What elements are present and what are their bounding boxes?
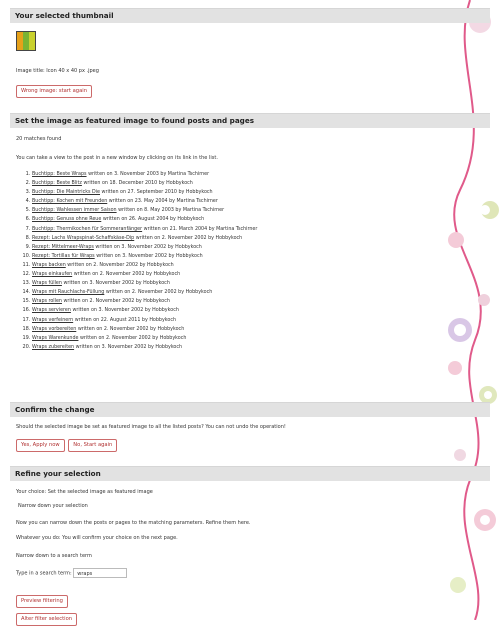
post-meta: written on 2. November 2002 by Hobbykoch <box>135 235 243 241</box>
search-input[interactable]: wraps <box>73 568 128 578</box>
post-link[interactable]: Buchtipp: Genuss ohne Reue <box>32 217 101 222</box>
wrong-image-button[interactable]: Wrong image: start again <box>16 85 92 98</box>
list-item: Wraps backen written on 2. November 2002… <box>32 261 257 270</box>
post-list: Buchtipp: Beste Wraps written on 3. Nove… <box>10 170 257 352</box>
list-item: Buchtipp: Beste Wraps written on 3. Nove… <box>32 170 257 179</box>
main-panel: Your selected thumbnail Image title: Ico… <box>10 8 490 626</box>
post-link[interactable]: Buchtipp: Beste Wraps <box>32 172 87 177</box>
matches-count: 20 matches found <box>16 136 62 142</box>
confirm-question: Should the selected image be set as feat… <box>16 424 286 430</box>
section-header-confirm: Confirm the change <box>10 402 490 417</box>
narrow-hint: Now you can narrow down the posts or pag… <box>16 520 251 526</box>
post-meta: written on 3. November 2003 by Martina T… <box>88 172 210 177</box>
list-item: Buchtipp: Kochen mit Freunden written on… <box>32 197 257 206</box>
confirm-hint: Whatever you do: You will confirm your c… <box>16 535 178 541</box>
post-link[interactable]: Buchtipp: Die Maintricks Die <box>32 190 100 195</box>
list-item: Wraps mit Rauchlachs-Füllung written on … <box>32 288 257 297</box>
thumbnail-image <box>16 31 36 51</box>
list-item: Rezept: Mittelmeer-Wraps written on 3. N… <box>32 243 257 252</box>
list-item: Buchtipp: Genuss ohne Reue written on 26… <box>32 215 257 224</box>
post-link[interactable]: Wraps einkaufen <box>32 272 72 277</box>
post-link[interactable]: Rezept: Tortillas für Wraps <box>32 254 95 259</box>
post-link[interactable]: Wraps mit Rauchlachs-Füllung <box>32 290 104 295</box>
preview-filtering-button[interactable]: Preview filtering <box>16 595 68 608</box>
post-meta: written on 2. November 2002 by Hobbykoch <box>73 272 181 278</box>
list-item: Rezept: Tortillas für Wraps written on 3… <box>32 252 257 261</box>
confirm-section: Should the selected image be set as feat… <box>10 417 490 466</box>
section-header-thumbnail: Your selected thumbnail <box>10 8 490 23</box>
post-link[interactable]: Rezept: Lachs Wrapspinat-Schaffskäse-Dip <box>32 236 134 241</box>
post-meta: written on 2. November 2002 by Hobbykoch <box>79 335 187 341</box>
post-link[interactable]: Buchtipp: Wahlessen immer Saison <box>32 208 117 213</box>
list-item: Rezept: Lachs Wrapspinat-Schaffskäse-Dip… <box>32 234 257 243</box>
choice-text: Your choice: Set the selected image as f… <box>16 489 153 495</box>
post-link[interactable]: Wraps rollen <box>32 299 62 304</box>
post-meta: written on 3. November 2002 by Hobbykoch <box>96 253 203 259</box>
section-header-refine: Refine your selection <box>10 466 490 481</box>
post-link[interactable]: Wraps vorbereiten <box>32 327 76 332</box>
post-meta: written on 2. November 2002 by Hobbykoch <box>63 299 170 305</box>
list-item: Buchtipp: Die Maintricks Die written on … <box>32 188 257 197</box>
refine-section: Your choice: Set the selected image as f… <box>10 481 490 641</box>
list-item: Wraps rollen written on 2. November 2002… <box>32 297 257 306</box>
post-meta: written on 27. September 2010 by Hobbyko… <box>101 190 213 196</box>
post-meta: written on 8. May 2003 by Martina Tschir… <box>118 208 225 214</box>
post-link[interactable]: Buchtipp: Thermikochen für Sommeranfänge… <box>32 227 142 232</box>
post-meta: written on 18. December 2010 by Hobbykoc… <box>83 181 193 187</box>
narrow-heading: Narrow down your selection <box>18 503 88 509</box>
yes-apply-button[interactable]: Yes, Apply now <box>16 439 65 452</box>
list-item: Wraps füllen written on 3. November 2002… <box>32 279 257 288</box>
post-meta: written on 2. November 2002 by Hobbykoch <box>105 290 213 296</box>
list-item: Wraps einkaufen written on 2. November 2… <box>32 270 257 279</box>
list-item: Wraps verfeinern written on 22. August 2… <box>32 316 257 325</box>
image-title: Image title: Icon 40 x 40 px .jpeg <box>16 68 99 74</box>
post-link[interactable]: Rezept: Mittelmeer-Wraps <box>32 245 94 250</box>
post-meta: written on 23. May 2004 by Martina Tschi… <box>108 199 218 205</box>
post-meta: written on 21. March 2004 by Martina Tsc… <box>143 226 258 232</box>
search-label: Type in a search term: <box>16 570 72 577</box>
featured-section: 20 matches found You can take a view to … <box>10 128 490 402</box>
list-hint: You can take a view to the post in a new… <box>16 155 218 161</box>
list-item: Buchtipp: Wahlessen immer Saison written… <box>32 206 257 215</box>
post-meta: written on 22. August 2011 by Hobbykoch <box>74 317 177 323</box>
post-link[interactable]: Wraps servieren <box>32 308 71 313</box>
post-meta: written on 2. November 2002 by Hobbykoch <box>77 326 185 332</box>
post-link[interactable]: Wraps verfeinern <box>32 318 73 323</box>
list-item: Wraps servieren written on 3. November 2… <box>32 306 257 315</box>
post-meta: written on 3. November 2002 by Hobbykoch <box>72 308 179 314</box>
post-link[interactable]: Buchtipp: Kochen mit Freunden <box>32 199 107 204</box>
thumbnail-section: Image title: Icon 40 x 40 px .jpeg Wrong… <box>10 31 490 113</box>
post-link[interactable]: Buchtipp: Beste Blitz <box>32 181 82 186</box>
post-link[interactable]: Wraps Warenkunde <box>32 336 78 341</box>
search-heading: Narrow down to a search term <box>16 553 92 559</box>
post-link[interactable]: Wraps zubereiten <box>32 345 74 350</box>
list-item: Buchtipp: Beste Blitz written on 18. Dec… <box>32 179 257 188</box>
post-link[interactable]: Wraps füllen <box>32 281 62 286</box>
post-meta: written on 3. November 2002 by Hobbykoch <box>95 244 202 250</box>
list-item: Buchtipp: Thermikochen für Sommeranfänge… <box>32 225 257 234</box>
section-header-featured: Set the image as featured image to found… <box>10 113 490 128</box>
list-item: Wraps vorbereiten written on 2. November… <box>32 325 257 334</box>
post-meta: written on 3. November 2002 by Hobbykoch <box>75 344 183 350</box>
list-item: Wraps zubereiten written on 3. November … <box>32 343 257 352</box>
post-meta: written on 26. August 2004 by Hobbykoch <box>102 217 205 223</box>
list-item: Wraps Warenkunde written on 2. November … <box>32 334 257 343</box>
no-start-again-button[interactable]: No, Start again <box>68 439 118 452</box>
post-meta: written on 3. November 2002 by Hobbykoch <box>63 281 170 287</box>
post-meta: written on 2. November 2002 by Hobbykoch <box>67 262 174 268</box>
post-link[interactable]: Wraps backen <box>32 263 66 268</box>
